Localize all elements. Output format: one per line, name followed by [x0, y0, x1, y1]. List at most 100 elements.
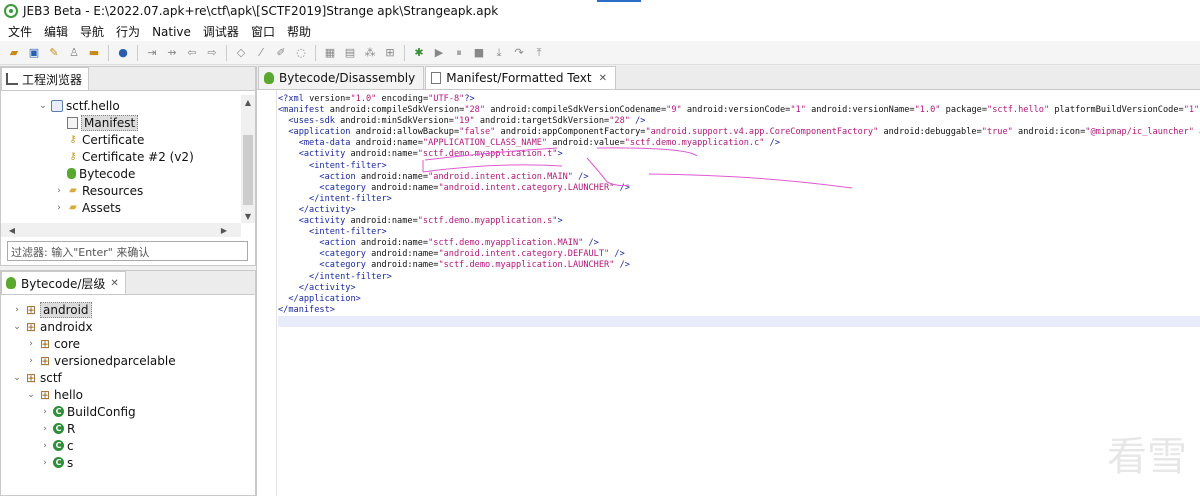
forward-icon[interactable]: ⇨: [204, 45, 220, 61]
run-icon[interactable]: ▶: [431, 45, 447, 61]
save-icon[interactable]: ▣: [26, 45, 42, 61]
code-line[interactable]: <activity android:name="sctf.demo.myappl…: [278, 149, 1200, 160]
hierarchy-icon[interactable]: ⊞: [382, 45, 398, 61]
step-over-icon[interactable]: ↷: [511, 45, 527, 61]
edit-icon[interactable]: ✐: [273, 45, 289, 61]
wrench-icon[interactable]: ✎: [46, 45, 62, 61]
tab-bytecode-hierarchy[interactable]: Bytecode/层级 ✕: [1, 271, 126, 294]
code-line[interactable]: </activity>: [278, 205, 1200, 216]
expand-arrow-icon[interactable]: ›: [25, 356, 37, 366]
collapse-arrow-icon[interactable]: ⌄: [11, 373, 23, 383]
close-icon[interactable]: ✕: [599, 73, 607, 84]
tab-project-explorer[interactable]: 工程浏览器: [1, 67, 90, 90]
project-tree-item[interactable]: › ▰ Resources: [37, 182, 255, 199]
menu-navigate[interactable]: 导航: [74, 23, 110, 40]
hierarchy-tree-item[interactable]: ⌄ ⊞ hello: [11, 386, 255, 403]
project-tree-item[interactable]: › ▰ Assets: [37, 199, 255, 216]
code-line[interactable]: </activity>: [278, 283, 1200, 294]
code-line[interactable]: <application android:allowBackup="false"…: [278, 127, 1200, 138]
filter-input[interactable]: 过滤器: 输入"Enter" 来确认: [7, 241, 248, 261]
code-editor[interactable]: <?xml version="1.0" encoding="UTF-8"?> <m…: [257, 90, 1200, 496]
back-icon[interactable]: ⇦: [184, 45, 200, 61]
open-file-icon[interactable]: ▰: [6, 45, 22, 61]
project-tree-item[interactable]: ⌄ sctf.hello: [37, 97, 255, 114]
menu-edit[interactable]: 编辑: [38, 23, 74, 40]
project-tree-item-selected[interactable]: Manifest: [37, 114, 255, 131]
code-line[interactable]: <category android:name="android.intent.c…: [278, 183, 1200, 194]
expand-arrow-icon[interactable]: ›: [11, 305, 23, 315]
code-line[interactable]: <category android:name="android.intent.c…: [278, 249, 1200, 260]
scroll-right-icon[interactable]: ▶: [217, 223, 231, 237]
scroll-left-icon[interactable]: ◀: [5, 223, 19, 237]
step-out-icon[interactable]: ⤒: [531, 45, 547, 61]
pause-icon[interactable]: ⏸: [451, 45, 467, 61]
graph-icon[interactable]: ⁂: [362, 45, 378, 61]
code-line[interactable]: <meta-data android:name="APPLICATION_CLA…: [278, 138, 1200, 149]
hierarchy-tree-item[interactable]: › C s: [11, 454, 255, 471]
rename-icon[interactable]: ◇: [233, 45, 249, 61]
hierarchy-tree-item[interactable]: ⌄ ⊞ androidx: [11, 318, 255, 335]
expand-arrow-icon[interactable]: ›: [53, 186, 65, 196]
tree-icon[interactable]: ▤: [342, 45, 358, 61]
comment-icon[interactable]: ⁄: [253, 45, 269, 61]
code-line[interactable]: </manifest>: [278, 305, 1200, 316]
scrollbar-thumb[interactable]: [243, 135, 253, 205]
hierarchy-tree-item-selected[interactable]: › ⊞ android: [11, 301, 255, 318]
menu-native[interactable]: Native: [146, 25, 197, 39]
expand-arrow-icon[interactable]: ›: [39, 424, 51, 434]
jump-icon[interactable]: ⇥: [144, 45, 160, 61]
menu-debugger[interactable]: 调试器: [197, 23, 245, 40]
globe-icon[interactable]: ●: [115, 45, 131, 61]
scroll-up-icon[interactable]: ▲: [241, 95, 255, 109]
code-line[interactable]: </intent-filter>: [278, 194, 1200, 205]
current-line-highlight[interactable]: [278, 315, 1200, 327]
expand-arrow-icon[interactable]: ›: [53, 203, 65, 213]
project-tree-item[interactable]: Bytecode: [37, 165, 255, 182]
code-line[interactable]: <intent-filter>: [278, 161, 1200, 172]
project-tree-item[interactable]: ⚷ Certificate: [37, 131, 255, 148]
collapse-arrow-icon[interactable]: ⌄: [37, 101, 49, 111]
grid-icon[interactable]: ▦: [322, 45, 338, 61]
hierarchy-tree-item[interactable]: › C BuildConfig: [11, 403, 255, 420]
stop-icon[interactable]: ■: [471, 45, 487, 61]
parse-icon[interactable]: ◌: [293, 45, 309, 61]
code-line[interactable]: <activity android:name="sctf.demo.myappl…: [278, 216, 1200, 227]
code-line[interactable]: <category android:name="sctf.demo.myappl…: [278, 260, 1200, 271]
code-line[interactable]: <action android:name="sctf.demo.myapplic…: [278, 238, 1200, 249]
hierarchy-tree-item[interactable]: › ⊞ versionedparcelable: [11, 352, 255, 369]
menu-action[interactable]: 行为: [110, 23, 146, 40]
code-line[interactable]: <manifest android:compileSdkVersion="28"…: [278, 105, 1200, 116]
scroll-down-icon[interactable]: ▼: [241, 209, 255, 223]
project-tree-item[interactable]: ⚷ Certificate #2 (v2): [37, 148, 255, 165]
close-icon[interactable]: ✕: [110, 278, 118, 289]
delete-icon[interactable]: ▬: [86, 45, 102, 61]
tab-bytecode-disassembly[interactable]: Bytecode/Disassembly: [258, 66, 425, 89]
code-line[interactable]: <intent-filter>: [278, 227, 1200, 238]
hierarchy-tree-item[interactable]: › C R: [11, 420, 255, 437]
expand-arrow-icon[interactable]: ›: [25, 339, 37, 349]
code-line[interactable]: <?xml version="1.0" encoding="UTF-8"?>: [278, 94, 1200, 105]
hierarchy-tree-item[interactable]: ⌄ ⊞ sctf: [11, 369, 255, 386]
hierarchy-tree-item[interactable]: › ⊞ core: [11, 335, 255, 352]
expand-arrow-icon[interactable]: ›: [39, 407, 51, 417]
manifest-code[interactable]: <?xml version="1.0" encoding="UTF-8"?> <m…: [278, 94, 1200, 327]
step-into-icon[interactable]: ⤓: [491, 45, 507, 61]
code-line[interactable]: <uses-sdk android:minSdkVersion="19" and…: [278, 116, 1200, 127]
menu-window[interactable]: 窗口: [245, 23, 281, 40]
expand-arrow-icon[interactable]: ›: [39, 458, 51, 468]
hierarchy-tree-item[interactable]: › C c: [11, 437, 255, 454]
code-line[interactable]: </intent-filter>: [278, 272, 1200, 283]
collapse-arrow-icon[interactable]: ⌄: [11, 322, 23, 332]
project-tree-vertical-scrollbar[interactable]: ▲ ▼: [241, 95, 255, 223]
code-line[interactable]: </application>: [278, 294, 1200, 305]
menu-help[interactable]: 帮助: [281, 23, 317, 40]
code-line[interactable]: <action android:name="android.intent.act…: [278, 172, 1200, 183]
expand-arrow-icon[interactable]: ›: [39, 441, 51, 451]
collapse-arrow-icon[interactable]: ⌄: [25, 390, 37, 400]
step-icon[interactable]: ⇸: [164, 45, 180, 61]
menu-file[interactable]: 文件: [2, 23, 38, 40]
tab-manifest-formatted-text[interactable]: Manifest/Formatted Text ✕: [425, 66, 616, 89]
pin-icon[interactable]: ♙: [66, 45, 82, 61]
project-tree-horizontal-scrollbar[interactable]: ◀ ▶: [1, 223, 241, 237]
debug-bug-icon[interactable]: ✱: [411, 45, 427, 61]
